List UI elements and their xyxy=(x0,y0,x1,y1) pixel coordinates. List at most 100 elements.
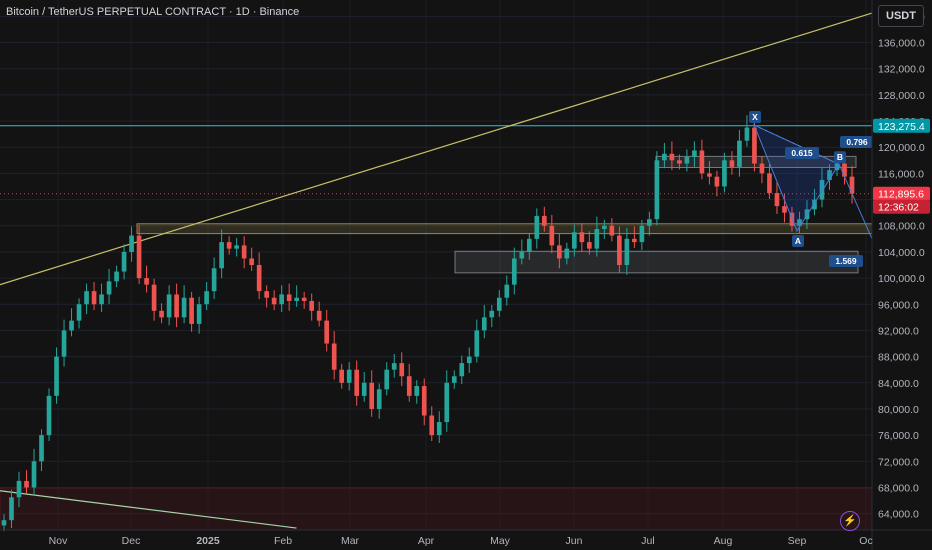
candle-body xyxy=(76,304,82,321)
candle-body xyxy=(301,297,307,301)
ratio-ext-label: 1.569 xyxy=(835,256,857,266)
candle-body xyxy=(511,258,517,285)
y-tick-label: 76,000.0 xyxy=(878,430,919,442)
candle-body xyxy=(842,163,847,177)
candle-body xyxy=(226,242,232,249)
candle-body xyxy=(136,235,142,279)
candle-body xyxy=(24,480,29,488)
candle-body xyxy=(654,160,660,220)
candle-body xyxy=(249,258,254,265)
candle-body xyxy=(564,248,570,259)
candle-body xyxy=(99,294,104,305)
candle-body xyxy=(196,304,202,324)
candle-body xyxy=(331,343,337,370)
candle-body xyxy=(166,294,172,318)
candle-body xyxy=(384,369,390,390)
y-tick-label: 64,000.0 xyxy=(878,509,919,521)
candle-body xyxy=(316,310,322,321)
price-zone xyxy=(0,487,873,531)
candle-body xyxy=(617,235,622,265)
candle-body xyxy=(324,320,330,344)
y-tick-label: 92,000.0 xyxy=(878,325,919,337)
candle-body xyxy=(459,363,465,377)
candle-body xyxy=(729,160,735,167)
candlestick-chart[interactable]: X A B 0.615 0.796 1.569 64,000.0 68,000.0 72,00… xyxy=(0,0,932,550)
candle-body xyxy=(489,310,495,318)
y-tick-label: 136,000.0 xyxy=(878,38,925,50)
candle-body xyxy=(504,284,510,298)
candle-body xyxy=(91,291,97,305)
candle-body xyxy=(61,330,67,357)
candle-body xyxy=(144,278,149,285)
x-tick-label: Mar xyxy=(341,535,360,547)
candle-body xyxy=(444,382,450,423)
candle-body xyxy=(159,310,164,318)
candle-body xyxy=(744,127,750,141)
candle-body xyxy=(294,297,299,301)
candle-body xyxy=(579,232,585,243)
y-tick-label: 68,000.0 xyxy=(878,482,919,494)
price-axis[interactable]: 64,000.0 68,000.0 72,000.0 76,000.0 80,000.0… xyxy=(871,0,932,550)
candle-body xyxy=(722,160,727,187)
candle-body xyxy=(339,369,345,383)
y-tick-label: 96,000.0 xyxy=(878,299,919,311)
candle-body xyxy=(519,251,525,259)
candle-body xyxy=(286,294,292,301)
candle-body xyxy=(496,297,502,311)
y-tick-label: 120,000.0 xyxy=(878,142,925,154)
candle-body xyxy=(587,242,592,249)
harmonic-b-label: B xyxy=(837,152,843,162)
candle-body xyxy=(279,294,284,305)
candle-body xyxy=(692,150,697,158)
candle-body xyxy=(684,157,690,164)
lightning-icon[interactable]: ⚡ xyxy=(840,511,860,531)
candle-body xyxy=(219,242,224,269)
candle-body xyxy=(451,376,457,383)
candle-body xyxy=(647,219,652,226)
level-price-badge: 123,275.4 xyxy=(878,121,925,133)
candle-body xyxy=(241,245,247,259)
x-tick-label: Nov xyxy=(49,535,68,547)
candle-body xyxy=(189,297,194,324)
y-tick-label: 88,000.0 xyxy=(878,352,919,364)
currency-button[interactable]: USDT xyxy=(878,5,924,27)
candle-body xyxy=(429,415,435,436)
candle-body xyxy=(264,291,269,298)
candle-body xyxy=(662,153,667,161)
candle-body xyxy=(466,356,472,364)
candle-body xyxy=(39,435,44,462)
candle-body xyxy=(129,235,134,252)
x-tick-label: Sep xyxy=(788,535,807,547)
candle-body xyxy=(174,294,179,318)
candle-body xyxy=(84,291,89,305)
candle-body xyxy=(106,281,112,295)
x-tick-label: Dec xyxy=(122,535,141,547)
candle-body xyxy=(714,176,720,187)
x-tick-label: May xyxy=(490,535,511,547)
candle-body xyxy=(759,163,765,174)
candle-body xyxy=(271,297,277,305)
candle-body xyxy=(46,395,52,436)
candle-body xyxy=(594,229,600,249)
candle-body xyxy=(774,193,780,207)
candle-body xyxy=(752,127,757,164)
time-axis[interactable]: Nov Dec 2025 Feb Mar Apr May Jun Jul Aug Sep Oc xyxy=(0,529,932,547)
chart-title: Bitcoin / TetherUS PERPETUAL CONTRACT · … xyxy=(6,6,300,18)
candle-body xyxy=(114,271,119,282)
countdown-badge: 12:36:02 xyxy=(878,202,919,214)
candles xyxy=(1,115,855,532)
candle-body xyxy=(391,363,397,370)
candle-body xyxy=(1,520,7,526)
y-tick-label: 128,000.0 xyxy=(878,90,925,102)
candle-body xyxy=(557,245,562,259)
y-tick-label: 132,000.0 xyxy=(878,64,925,76)
candle-body xyxy=(234,245,239,249)
y-tick-label: 72,000.0 xyxy=(878,456,919,468)
candle-body xyxy=(474,330,480,357)
candle-body xyxy=(699,150,705,174)
current-price-badge: 112,895.6 xyxy=(878,189,924,201)
candle-body xyxy=(677,160,682,164)
candle-body xyxy=(31,461,37,488)
y-tick-label: 116,000.0 xyxy=(878,168,924,180)
harmonic-a-label: A xyxy=(795,236,801,246)
